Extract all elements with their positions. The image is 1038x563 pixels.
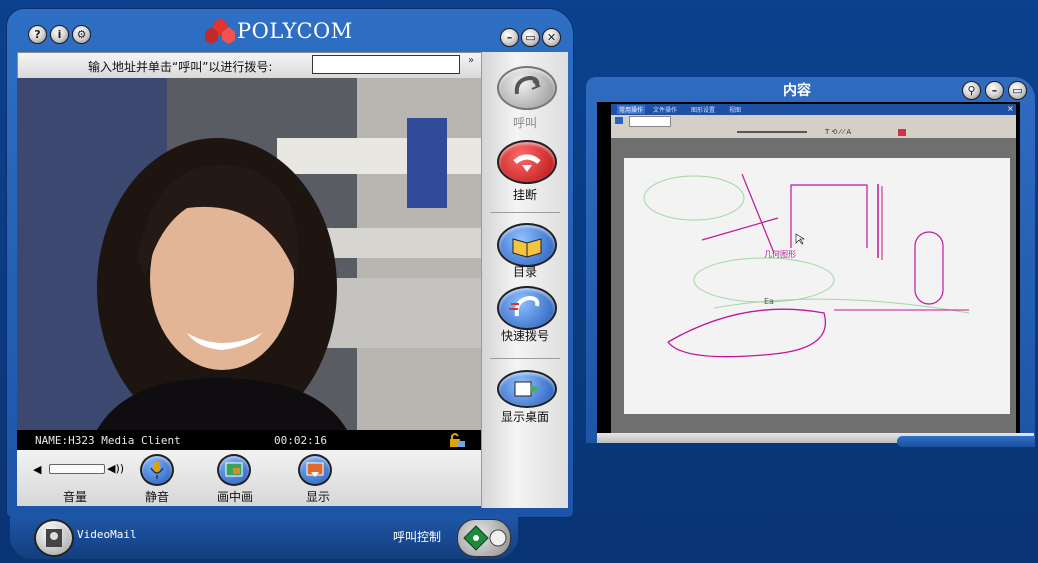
shared-app-tab: 图形设置 bbox=[691, 107, 716, 114]
close-icon[interactable]: ✕ bbox=[542, 28, 561, 47]
shared-app-tab: 常用操作 bbox=[617, 105, 646, 114]
directory-label: 目录 bbox=[512, 265, 537, 279]
speed-dial-icon bbox=[509, 295, 540, 317]
mute-label: 静音 bbox=[145, 490, 170, 504]
volume-slider[interactable] bbox=[49, 464, 105, 474]
dial-address-input[interactable] bbox=[312, 55, 460, 74]
toolbar-line-style bbox=[737, 131, 807, 133]
hangup-label: 挂断 bbox=[512, 188, 537, 202]
status-timer: 00:02:16 bbox=[274, 434, 327, 447]
shared-app-tabs: 常用操作 文件操作 图形设置 视图 × bbox=[611, 104, 1016, 115]
status-name: NAME:H323 Media Client bbox=[35, 434, 181, 447]
help-icon[interactable]: ? bbox=[28, 25, 47, 44]
lock-icon bbox=[450, 433, 465, 447]
videomail-icon bbox=[46, 529, 62, 547]
cursor-icon bbox=[795, 233, 806, 245]
mute-button[interactable] bbox=[140, 454, 174, 486]
hang-up-icon bbox=[513, 154, 541, 172]
whiteboard-annotation-2: Ea bbox=[764, 297, 774, 306]
speaker-low-icon: ◀ bbox=[33, 463, 42, 476]
shared-app-tab: 文件操作 bbox=[653, 107, 678, 114]
book-icon bbox=[512, 238, 542, 258]
show-desktop-button[interactable] bbox=[497, 370, 557, 408]
info-icon[interactable]: i bbox=[50, 25, 69, 44]
dial-more-icon[interactable]: » bbox=[468, 55, 474, 66]
call-label: 呼叫 bbox=[512, 116, 537, 130]
polycom-logo-icon bbox=[205, 18, 235, 44]
dial-label: 输入地址并单击“呼叫”以进行拨号: bbox=[88, 60, 273, 74]
side-divider bbox=[490, 212, 560, 213]
speaker-high-icon: ◀)) bbox=[107, 462, 125, 475]
call-control-icon bbox=[463, 525, 507, 551]
content-window-handle[interactable] bbox=[897, 436, 1035, 447]
display-button[interactable] bbox=[298, 454, 332, 486]
videomail-label[interactable]: VideoMail bbox=[77, 528, 137, 541]
dial-bar: 输入地址并单击“呼叫”以进行拨号: » bbox=[17, 52, 483, 79]
display-icon bbox=[306, 462, 324, 477]
call-control-label: 呼叫控制 bbox=[393, 530, 442, 544]
toolbar-icon bbox=[615, 117, 623, 124]
toolbar-tools-icon: T ⟲ ⁄ ⁄ A bbox=[825, 128, 852, 136]
shared-app-close-icon: × bbox=[1007, 104, 1014, 113]
settings-icon[interactable]: ⚙ bbox=[72, 25, 91, 44]
shared-app-toolbar bbox=[611, 115, 1016, 127]
desktop-share-icon bbox=[514, 381, 539, 397]
picture-in-picture-icon bbox=[225, 462, 243, 477]
video-feed bbox=[17, 78, 481, 430]
show-desktop-label: 显示桌面 bbox=[500, 410, 549, 424]
microphone-icon bbox=[150, 461, 164, 479]
brand-name: POLYCOM bbox=[237, 19, 353, 43]
whiteboard-annotation: 几何图形 bbox=[764, 249, 796, 259]
toolbar-color-icon bbox=[898, 129, 906, 136]
volume-label: 音量 bbox=[63, 490, 88, 504]
speed-dial-button[interactable] bbox=[497, 286, 557, 330]
bottom-controls: ◀ ◀)) 音量 静音 画中画 显示 bbox=[17, 450, 481, 506]
display-label: 显示 bbox=[306, 490, 331, 504]
content-minimize-icon[interactable]: – bbox=[985, 81, 1004, 100]
content-window-title: 内容 bbox=[783, 83, 811, 99]
minimize-icon[interactable]: – bbox=[500, 28, 519, 47]
zoom-icon[interactable]: ⚲ bbox=[962, 81, 981, 100]
whiteboard-canvas: 几何图形 Ea bbox=[624, 158, 1010, 414]
shared-app-tab: 视图 bbox=[729, 107, 742, 114]
pip-button[interactable] bbox=[217, 454, 251, 486]
toolbar-combo bbox=[629, 116, 671, 127]
call-control-button[interactable] bbox=[457, 519, 511, 557]
shared-app-toolbar-2: T ⟲ ⁄ ⁄ A bbox=[611, 127, 1016, 138]
call-status-bar: NAME:H323 Media Client 00:02:16 bbox=[17, 430, 481, 450]
call-button[interactable] bbox=[497, 66, 557, 110]
directory-button[interactable] bbox=[497, 223, 557, 267]
restore-icon[interactable]: ▭ bbox=[521, 28, 540, 47]
side-action-panel: 呼叫 挂断 目录 快速拨号 显示桌面 bbox=[481, 52, 568, 508]
speed-dial-label: 快速拨号 bbox=[500, 329, 549, 343]
phone-call-icon bbox=[514, 75, 541, 95]
content-restore-icon[interactable]: ▭ bbox=[1008, 81, 1027, 100]
side-divider-2 bbox=[490, 358, 560, 359]
videomail-button[interactable] bbox=[34, 519, 74, 557]
hangup-button[interactable] bbox=[497, 140, 557, 184]
pip-label: 画中画 bbox=[217, 490, 254, 504]
